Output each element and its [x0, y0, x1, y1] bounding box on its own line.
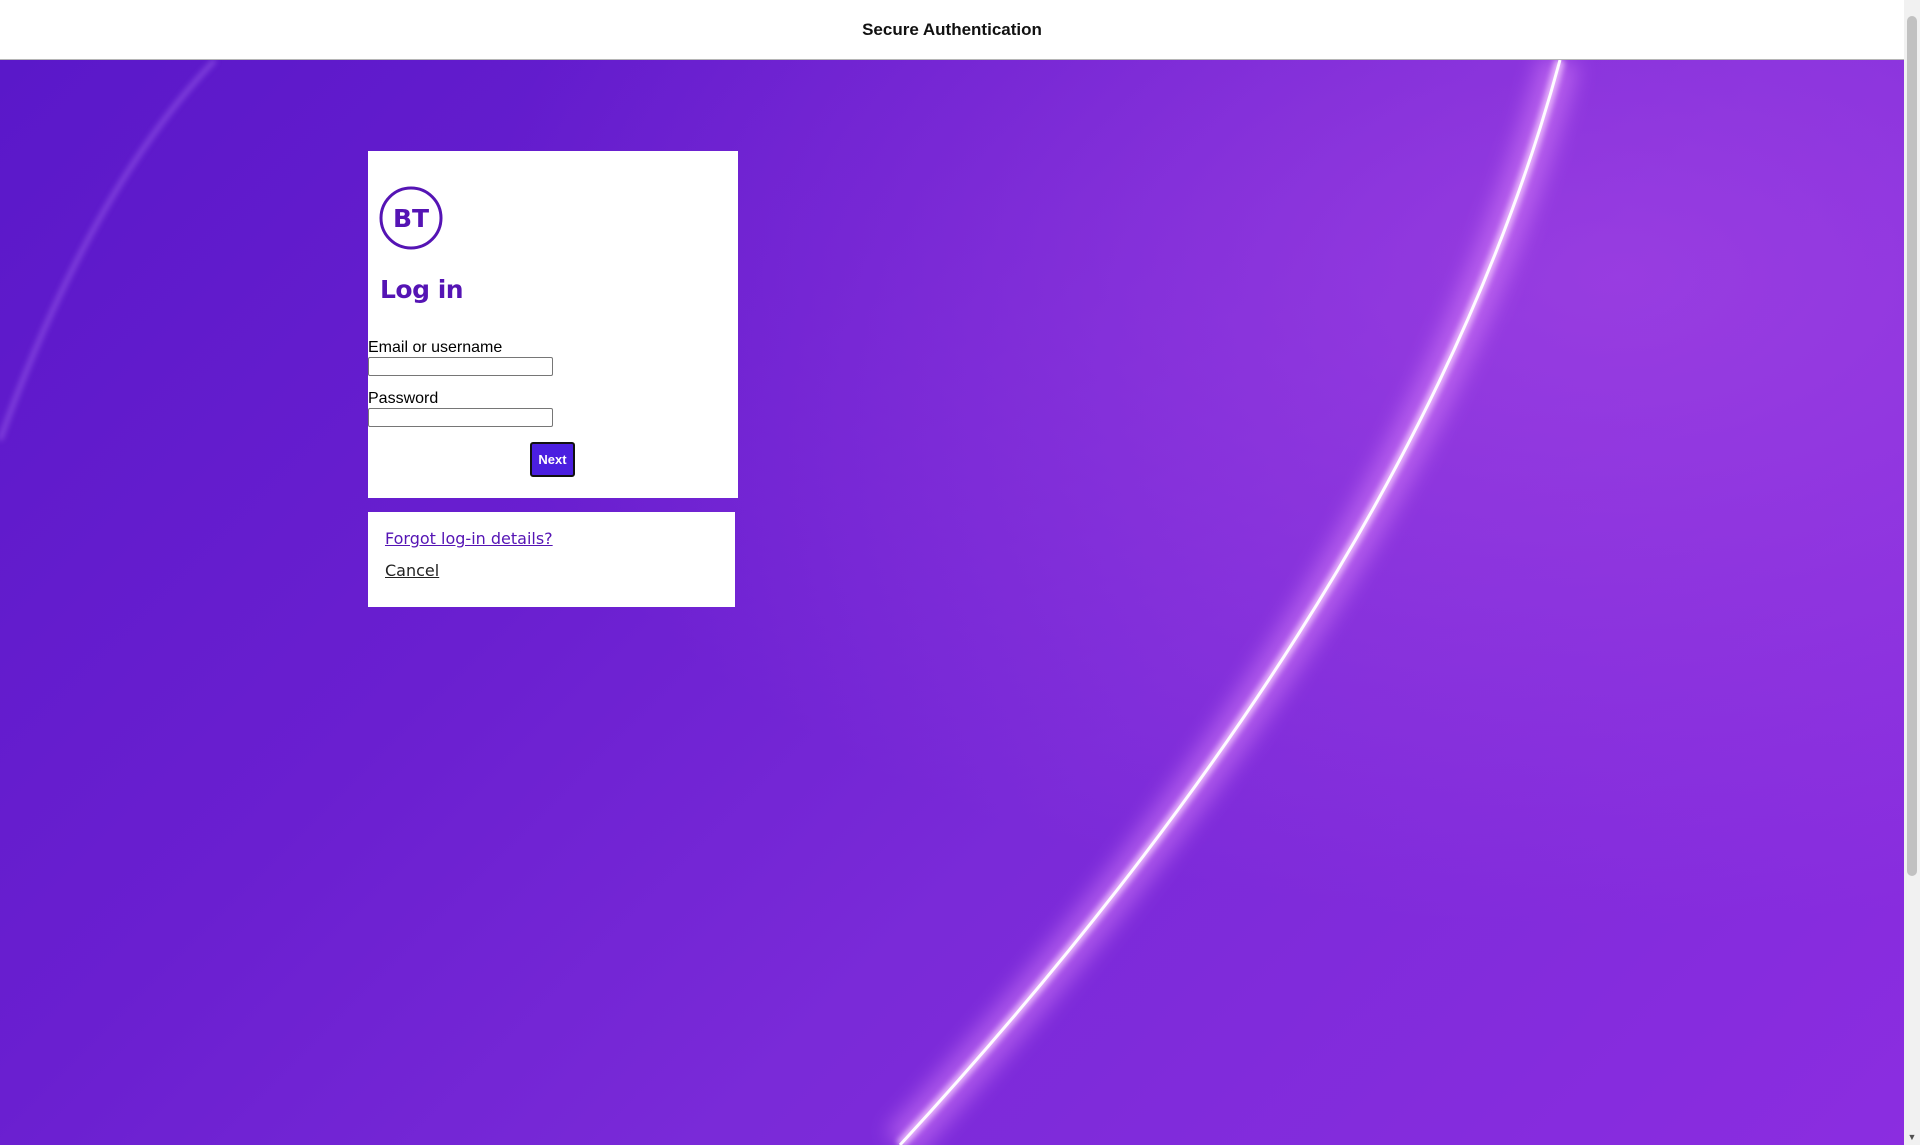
login-heading: Log in	[380, 275, 464, 304]
top-bar: Secure Authentication	[0, 0, 1904, 60]
light-streak-graphic	[0, 60, 1904, 1145]
links-panel: Forgot log-in details? Cancel	[368, 512, 735, 607]
bt-logo-text: BT	[393, 204, 429, 233]
password-label: Password	[368, 390, 439, 407]
bt-logo-icon: BT	[379, 186, 443, 250]
background	[0, 60, 1904, 1145]
scrollbar-thumb[interactable]	[1907, 16, 1917, 876]
cancel-link[interactable]: Cancel	[385, 561, 439, 580]
password-field[interactable]	[368, 408, 553, 427]
next-button[interactable]: Next	[530, 442, 575, 477]
login-card: BT Log in Email or username Password Nex…	[368, 151, 738, 498]
forgot-details-link[interactable]: Forgot log-in details?	[385, 529, 553, 548]
viewport: Secure Authentication BT Log in Email or…	[0, 0, 1904, 1145]
scrollbar[interactable]: ▼	[1904, 0, 1920, 1145]
chevron-down-icon[interactable]: ▼	[1904, 1129, 1920, 1145]
page-title: Secure Authentication	[862, 20, 1042, 39]
email-label: Email or username	[368, 339, 503, 356]
email-field[interactable]	[368, 357, 553, 376]
